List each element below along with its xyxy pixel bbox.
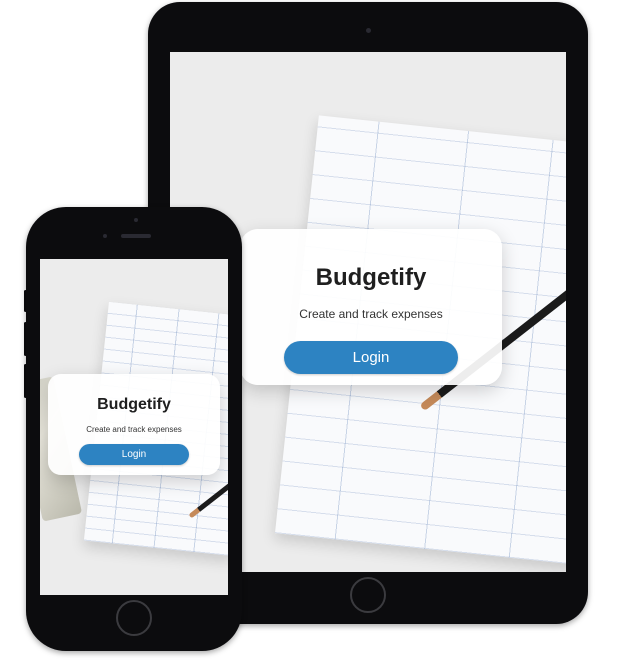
login-card: Budgetify Create and track expenses Logi… [48,374,220,475]
login-button[interactable]: Login [284,341,458,374]
app-title: Budgetify [315,264,427,291]
login-card: Budgetify Create and track expenses Logi… [240,229,502,385]
home-button-icon [116,600,152,636]
app-title: Budgetify [97,396,171,413]
camera-icon [134,218,138,222]
phone-screen: Budgetify Create and track expenses Logi… [40,259,228,595]
front-sensor-icon [103,234,107,238]
home-button-icon [350,577,386,613]
speaker-icon [121,234,151,238]
phone-device: Budgetify Create and track expenses Logi… [26,207,242,651]
camera-icon [366,28,371,33]
login-button[interactable]: Login [79,444,189,465]
app-subtitle: Create and track expenses [86,425,182,434]
app-subtitle: Create and track expenses [299,307,443,321]
